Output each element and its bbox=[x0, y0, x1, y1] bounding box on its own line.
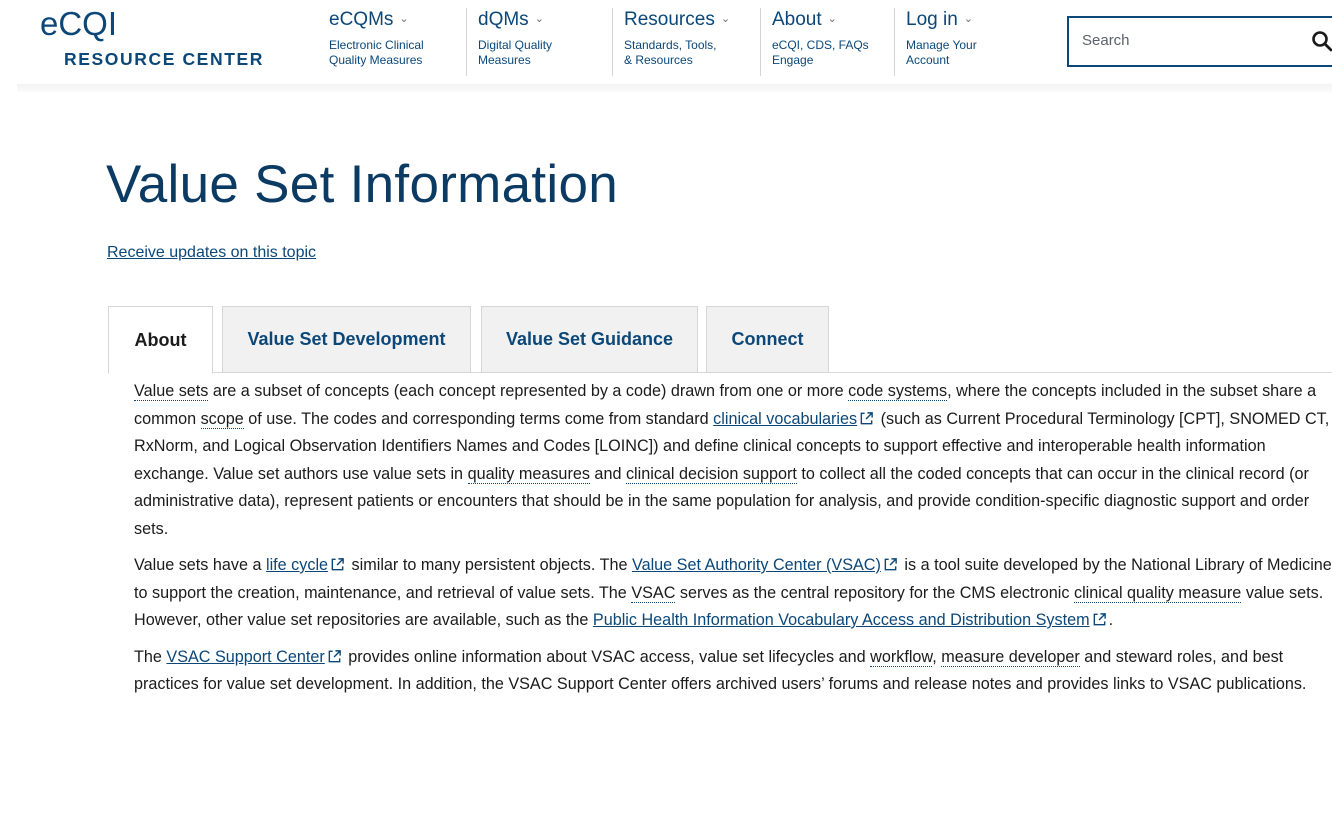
link-vsac-support-center[interactable]: VSAC Support Center bbox=[166, 648, 324, 666]
nav-login[interactable]: Log in ⌄ Manage Your Account bbox=[894, 8, 1024, 76]
text: . bbox=[1108, 611, 1114, 629]
nav-resources-sub2: & Resources bbox=[624, 53, 693, 67]
nav-resources-title: Resources bbox=[624, 9, 715, 30]
paragraph-life-cycle: Value sets have a life cycle similar to … bbox=[134, 552, 1332, 635]
external-link-icon bbox=[860, 411, 873, 424]
paragraph-support-center: The VSAC Support Center provides online … bbox=[134, 644, 1332, 699]
tab-value-set-guidance[interactable]: Value Set Guidance bbox=[481, 306, 698, 373]
text: , bbox=[932, 647, 942, 666]
tab-value-set-development[interactable]: Value Set Development bbox=[222, 306, 471, 373]
external-link-icon bbox=[328, 649, 341, 662]
nav-login-title: Log in bbox=[906, 9, 958, 30]
text: Value sets have a bbox=[134, 556, 266, 574]
page-title: Value Set Information bbox=[106, 155, 619, 214]
nav-resources-sub: Standards, Tools, bbox=[624, 38, 717, 52]
glossary-vsac[interactable]: VSAC bbox=[631, 583, 676, 603]
tab-about[interactable]: About bbox=[108, 306, 213, 374]
nav-dqms[interactable]: dQMs ⌄ Digital Quality Measures bbox=[466, 8, 610, 76]
receive-updates-link[interactable]: Receive updates on this topic bbox=[107, 244, 316, 262]
glossary-clinical-quality-measure[interactable]: clinical quality measure bbox=[1073, 583, 1242, 603]
glossary-value-sets[interactable]: Value sets bbox=[134, 382, 209, 401]
chevron-down-icon: ⌄ bbox=[399, 13, 409, 25]
chevron-down-icon: ⌄ bbox=[963, 13, 973, 25]
glossary-clinical-decision-support[interactable]: clinical decision support bbox=[625, 464, 797, 484]
nav-about-sub2: Engage bbox=[772, 53, 814, 67]
search-placeholder: Search bbox=[1082, 32, 1130, 49]
nav-dqms-sub2: Measures bbox=[478, 53, 531, 67]
glossary-measure-developer[interactable]: measure developer bbox=[941, 647, 1080, 667]
external-link-icon bbox=[1093, 613, 1106, 626]
tab-content-about: Value sets are a subset of concepts (eac… bbox=[134, 378, 1332, 708]
text: and bbox=[589, 464, 626, 483]
nav-about[interactable]: About ⌄ eCQI, CDS, FAQs Engage bbox=[760, 8, 892, 76]
nav-ecqms-sub: Electronic Clinical bbox=[329, 38, 424, 52]
nav-dqms-title: dQMs bbox=[478, 9, 529, 30]
link-life-cycle[interactable]: life cycle bbox=[266, 556, 328, 574]
external-link-icon bbox=[884, 558, 897, 571]
header-divider bbox=[17, 84, 1332, 92]
text: similar to many persistent objects. The bbox=[347, 556, 632, 574]
tab-value-set-guidance-label: Value Set Guidance bbox=[505, 329, 674, 349]
chevron-down-icon: ⌄ bbox=[720, 13, 731, 25]
site-logo[interactable]: eCQI RESOURCE CENTER bbox=[40, 6, 264, 70]
tab-connect-label: Connect bbox=[731, 329, 804, 349]
logo-tagline: RESOURCE CENTER bbox=[64, 49, 264, 69]
nav-about-sub: eCQI, CDS, FAQs bbox=[772, 38, 869, 52]
nav-login-sub2: Account bbox=[906, 53, 950, 67]
text: of use. The codes and corresponding term… bbox=[243, 409, 714, 428]
glossary-quality-measures[interactable]: quality measures bbox=[467, 464, 590, 484]
logo-wordmark: eCQI bbox=[40, 5, 118, 42]
glossary-scope[interactable]: scope bbox=[200, 409, 244, 429]
text: are a subset of concepts (each concept r… bbox=[208, 382, 849, 400]
nav-ecqms[interactable]: eCQMs ⌄ Electronic Clinical Quality Measur… bbox=[318, 8, 464, 76]
nav-login-sub: Manage Your bbox=[906, 38, 977, 52]
link-phin-vads[interactable]: Public Health Information Vocabulary Acc… bbox=[593, 611, 1090, 629]
link-vsac[interactable]: Value Set Authority Center (VSAC) bbox=[632, 556, 881, 574]
paragraph-intro: Value sets are a subset of concepts (eac… bbox=[134, 378, 1332, 543]
chevron-down-icon: ⌄ bbox=[827, 13, 837, 25]
nav-resources[interactable]: Resources ⌄ Standards, Tools, & Resources bbox=[612, 8, 758, 76]
chevron-down-icon: ⌄ bbox=[534, 13, 544, 25]
text: The bbox=[134, 647, 167, 666]
site-header: eCQI RESOURCE CENTER eCQMs ⌄ Electronic C… bbox=[0, 0, 1332, 90]
glossary-workflow[interactable]: workflow bbox=[870, 647, 933, 667]
text: provides online information about VSAC a… bbox=[343, 647, 871, 666]
tab-connect[interactable]: Connect bbox=[706, 306, 829, 373]
search-icon[interactable] bbox=[1310, 29, 1332, 53]
text: serves as the central repository for the… bbox=[675, 583, 1074, 602]
glossary-code-systems[interactable]: code systems bbox=[848, 382, 948, 401]
tab-about-label: About bbox=[134, 329, 187, 350]
tab-value-set-development-label: Value Set Development bbox=[247, 329, 446, 349]
nav-ecqms-title: eCQMs bbox=[329, 9, 394, 30]
link-clinical-vocabularies[interactable]: clinical vocabularies bbox=[713, 410, 857, 428]
nav-ecqms-sub2: Quality Measures bbox=[329, 53, 423, 67]
search-input[interactable]: Search bbox=[1067, 16, 1332, 67]
external-link-icon bbox=[331, 558, 344, 571]
nav-dqms-sub: Digital Quality bbox=[478, 38, 553, 52]
nav-about-title: About bbox=[772, 9, 822, 30]
